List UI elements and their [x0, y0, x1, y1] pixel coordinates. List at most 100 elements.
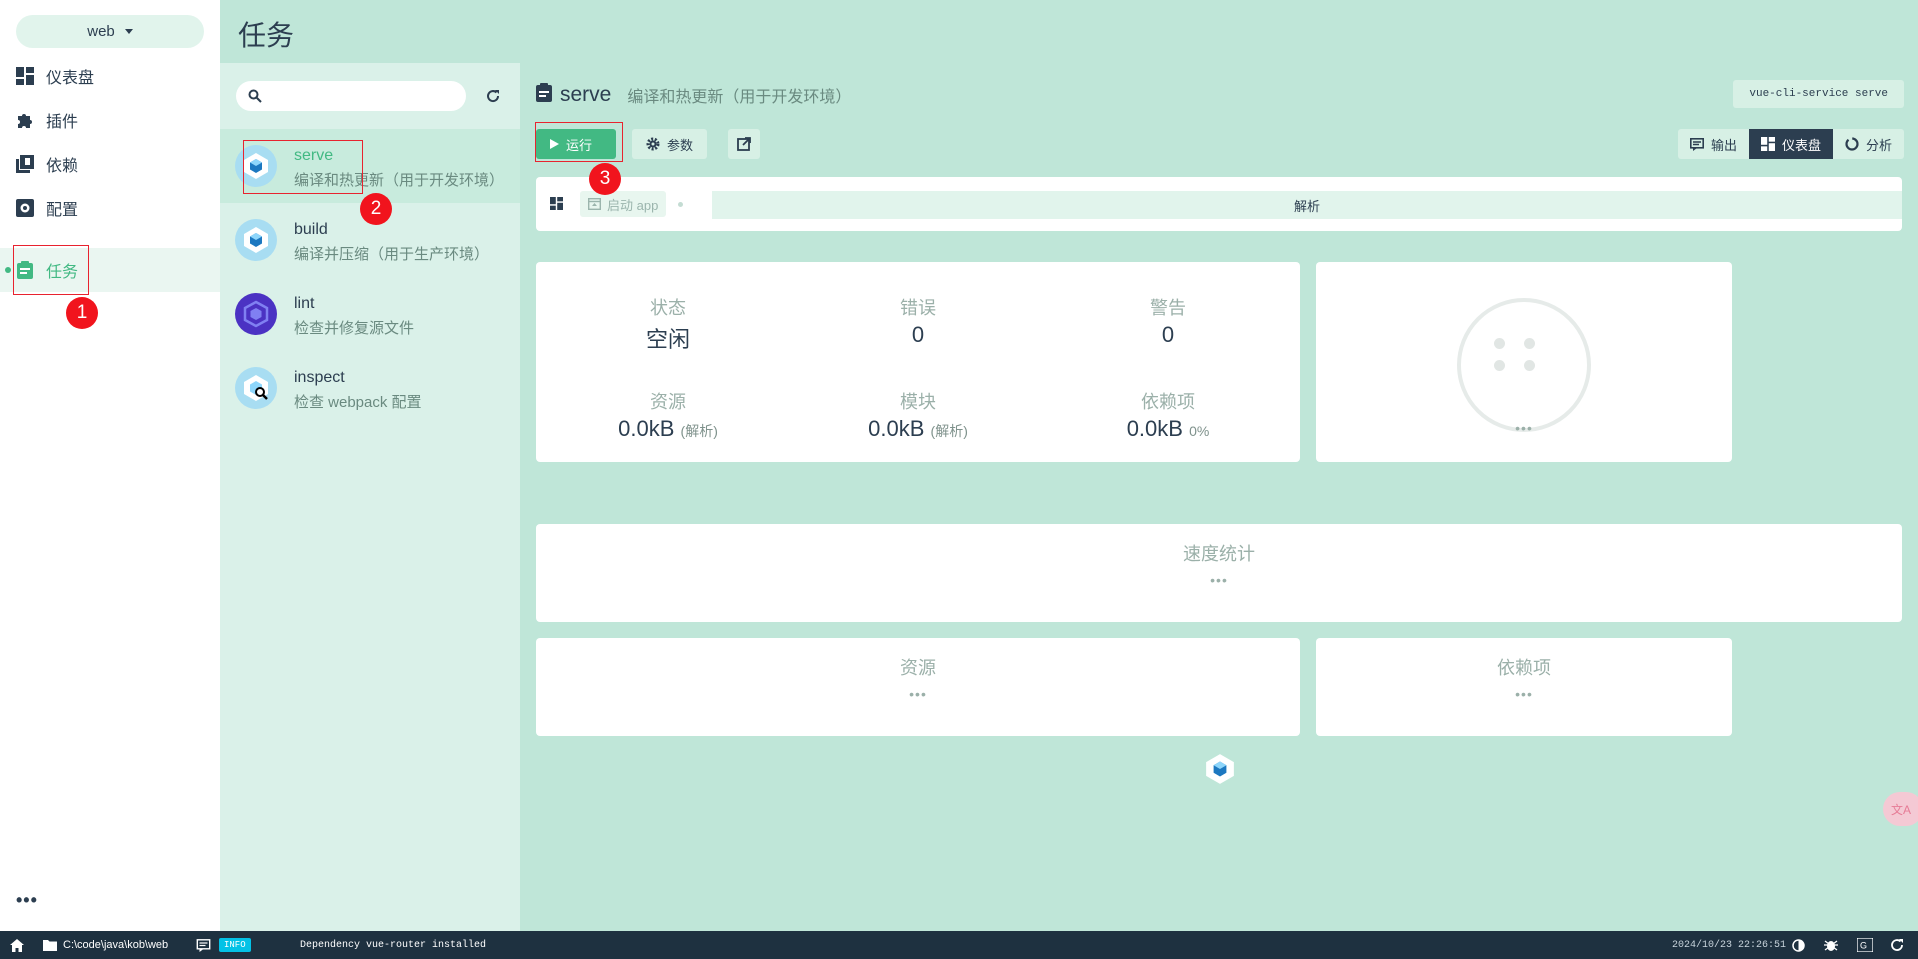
task-name: build	[294, 221, 328, 238]
puzzle-icon	[15, 110, 35, 130]
tab-output[interactable]: 输出	[1678, 129, 1749, 159]
more-icon[interactable]: •••	[16, 890, 38, 911]
sidebar-item-dependencies[interactable]: 依赖	[0, 142, 220, 186]
speed-stats-card: 速度统计 •••	[536, 524, 1902, 622]
sidebar-item-plugins[interactable]: 插件	[0, 98, 220, 142]
timestamp: 2024/10/23 22:26:51	[1672, 939, 1787, 951]
status-circle-icon	[1457, 298, 1591, 432]
stat-label: 依赖项	[1141, 392, 1195, 412]
sidebar-item-label: 仪表盘	[46, 70, 95, 87]
task-name: lint	[294, 295, 315, 312]
tab-analyze[interactable]: 分析	[1833, 129, 1904, 159]
webpack-icon	[1204, 753, 1236, 790]
webpack-inspect-icon	[235, 367, 277, 409]
search-icon	[248, 89, 262, 108]
build-status-card: 状态 空闲 错误 0 警告 0 资源 0.0kB (解析) 模块 0.0kB (…	[536, 262, 1300, 462]
tab-label: 输出	[1710, 137, 1737, 153]
svg-text:G: G	[1860, 941, 1867, 951]
output-icon	[1689, 137, 1704, 151]
task-name: inspect	[294, 369, 345, 386]
task-description: 检查 webpack 配置	[294, 394, 422, 411]
assets-card: 资源 •••	[536, 638, 1300, 736]
annotation-marker-2: 2	[360, 193, 392, 225]
dashboard-icon	[15, 66, 35, 86]
annotation-marker-3: 3	[589, 163, 621, 195]
loading-dots: •••	[909, 686, 927, 702]
stat-label: 警告	[1150, 298, 1186, 318]
task-details: serve 编译和热更新（用于开发环境） vue-cli-service ser…	[520, 63, 1918, 931]
sidebar-item-dashboard[interactable]: 仪表盘	[0, 54, 220, 98]
sidebar-item-label: 依赖	[46, 158, 79, 175]
app-icon	[588, 198, 601, 210]
stat-warnings: 警告 0	[1018, 294, 1318, 348]
loading-dots: •••	[1515, 686, 1533, 702]
eslint-icon	[235, 293, 277, 335]
home-icon[interactable]	[10, 931, 24, 959]
stat-value: 0.0kB 0%	[1126, 416, 1210, 441]
stat-value: 0	[1161, 322, 1175, 347]
task-item-lint[interactable]: lint 检查并修复源文件	[220, 277, 520, 351]
analyze-icon	[1845, 137, 1859, 151]
log-console[interactable]: INFO	[196, 931, 261, 959]
project-selector[interactable]: web	[16, 15, 204, 48]
sidebar-item-config[interactable]: 配置	[0, 186, 220, 230]
annotation-marker-1: 1	[66, 297, 98, 329]
task-header: serve 编译和热更新（用于开发环境）	[536, 83, 851, 107]
sidebar-item-label: 插件	[46, 114, 79, 131]
annotation-box-2	[243, 140, 363, 194]
library-icon	[15, 154, 35, 174]
path-text: C:\code\java\kob\web	[63, 939, 169, 951]
analyze-bar[interactable]: 解析	[712, 191, 1902, 219]
tab-label: 分析	[1865, 137, 1892, 153]
card-title: 速度统计	[1183, 544, 1255, 564]
view-tabs: 输出 仪表盘 分析	[1677, 129, 1904, 159]
dashboard-icon[interactable]	[550, 197, 563, 215]
tab-dashboard[interactable]: 仪表盘	[1748, 129, 1833, 159]
bug-icon[interactable]	[1824, 931, 1838, 959]
task-description: 检查并修复源文件	[294, 320, 415, 337]
annotation-box-3	[535, 122, 623, 162]
parameters-button[interactable]: 参数	[632, 129, 708, 159]
stat-dependencies: 依赖项 0.0kB 0%	[1018, 388, 1318, 442]
open-external-button[interactable]	[728, 129, 760, 159]
start-app-label: 启动 app	[607, 197, 659, 213]
language-icon[interactable]: G	[1857, 931, 1873, 959]
chevron-down-icon	[124, 29, 133, 34]
status-dot	[678, 202, 683, 207]
card-title: 资源	[900, 658, 936, 678]
search-input[interactable]	[236, 81, 466, 111]
refresh-icon[interactable]	[1890, 931, 1904, 959]
start-app-button[interactable]: 启动 app	[580, 191, 667, 217]
task-subtitle: 编译和热更新（用于开发环境）	[627, 89, 852, 106]
page-header: 任务	[220, 0, 1918, 63]
parameters-label: 参数	[667, 137, 694, 153]
webpack-icon	[235, 219, 277, 261]
clipboard-icon	[536, 83, 552, 107]
task-description: 编译并压缩（用于生产环境）	[294, 246, 490, 263]
log-message: Dependency vue-router installed	[300, 939, 487, 951]
dependencies-card: 依赖项 •••	[1316, 638, 1732, 736]
gear-icon	[646, 137, 660, 151]
log-level-badge: INFO	[219, 938, 251, 952]
dashboard-toolbar: 启动 app 解析	[536, 177, 1902, 231]
command-badge: vue-cli-service serve	[1733, 80, 1904, 108]
card-title: 依赖项	[1497, 658, 1551, 678]
settings-box-icon	[15, 198, 35, 218]
refresh-icon[interactable]	[478, 81, 508, 111]
task-item-inspect[interactable]: inspect 检查 webpack 配置	[220, 351, 520, 425]
page-title: 任务	[238, 20, 295, 51]
console-icon	[196, 938, 211, 952]
sidebar-item-label: 配置	[46, 202, 79, 219]
loading-dots: •••	[1515, 420, 1533, 436]
left-sidebar: web 仪表盘 插件 依赖 配置 任务 •••	[0, 0, 220, 931]
task-title: serve	[560, 83, 612, 106]
status-indicator-card: •••	[1316, 262, 1732, 462]
contrast-icon[interactable]	[1792, 931, 1805, 959]
project-path[interactable]: C:\code\java\kob\web	[43, 931, 168, 959]
tab-label: 仪表盘	[1781, 137, 1821, 153]
folder-icon	[43, 940, 57, 951]
status-bar: C:\code\java\kob\web INFO Dependency vue…	[0, 931, 1918, 959]
annotation-box-1	[13, 245, 89, 295]
open-in-new-icon	[737, 137, 751, 151]
translate-icon[interactable]: 文A	[1883, 792, 1918, 826]
